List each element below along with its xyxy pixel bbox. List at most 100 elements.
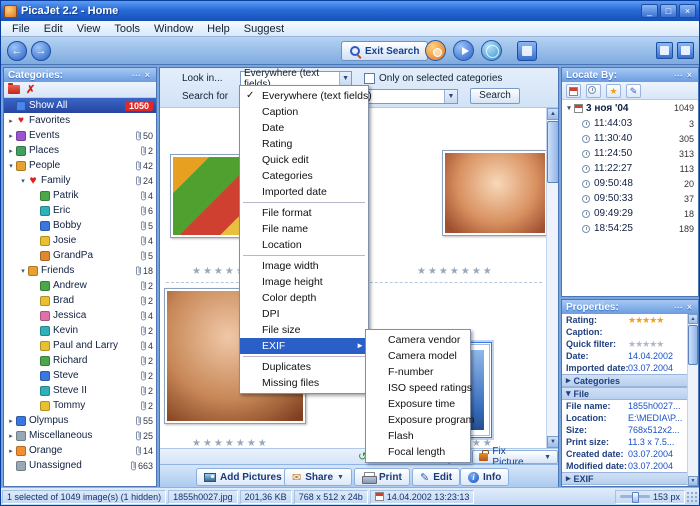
category-item-favorites[interactable]: ▸♥Favorites	[4, 113, 156, 128]
expander-icon[interactable]: ▸	[6, 447, 16, 455]
expander-icon[interactable]: ▸	[6, 432, 16, 440]
expander-icon[interactable]: ▸	[6, 117, 16, 125]
scrollbar-thumb[interactable]	[547, 121, 558, 183]
expander-icon[interactable]: ▸	[6, 147, 16, 155]
clock-icon[interactable]	[586, 84, 601, 98]
fix-picture-button[interactable]: Fix Picture... ▼	[472, 450, 558, 464]
menu-item-missing-files[interactable]: Missing files	[240, 375, 368, 391]
menu-item-location[interactable]: Location	[240, 237, 368, 253]
search-button[interactable]: Search	[470, 88, 520, 104]
forward-button[interactable]: →	[31, 41, 51, 61]
delete-category-icon[interactable]: ✗	[26, 85, 35, 95]
panel-menu-icon[interactable]: ⋯	[130, 70, 143, 81]
category-item-show-all[interactable]: Show All1050	[4, 98, 156, 113]
menu-item-image-height[interactable]: Image height	[240, 274, 368, 290]
menu-item-file-size[interactable]: File size	[240, 322, 368, 338]
fullscreen-icon[interactable]	[517, 41, 537, 61]
web-icon[interactable]	[481, 40, 502, 61]
menu-item-imported-date[interactable]: Imported date	[240, 184, 368, 200]
submenu-item-focal-length[interactable]: Focal length	[366, 444, 470, 460]
only-selected-checkbox[interactable]	[364, 73, 375, 84]
expander-icon[interactable]: ▾	[18, 177, 28, 185]
menubar-item-file[interactable]: File	[5, 21, 37, 36]
panel-menu-icon[interactable]: ⋯	[672, 302, 685, 313]
time-group-row[interactable]: 09:50:3337	[562, 191, 698, 206]
category-item-josie[interactable]: Josie4	[4, 233, 156, 248]
menubar-item-help[interactable]: Help	[200, 21, 237, 36]
scroll-up-icon[interactable]: ▲	[547, 108, 558, 120]
properties-section-exif[interactable]: ▸EXIF	[562, 472, 698, 485]
category-item-olympus[interactable]: ▸Olympus55	[4, 413, 156, 428]
menubar-item-suggest[interactable]: Suggest	[237, 21, 291, 36]
expander-icon[interactable]: ▸	[6, 132, 16, 140]
properties-section-categories[interactable]: ▸Categories	[562, 374, 698, 387]
category-item-paul-and-larry[interactable]: Paul and Larry4	[4, 338, 156, 353]
panel-close-icon[interactable]: ×	[685, 70, 694, 80]
submenu-item-iso-speed-ratings[interactable]: ISO speed ratings	[366, 380, 470, 396]
menubar-item-edit[interactable]: Edit	[37, 21, 70, 36]
share-button[interactable]: ✉Share▼	[284, 468, 352, 486]
category-item-bobby[interactable]: Bobby5	[4, 218, 156, 233]
minimize-button[interactable]: _	[641, 4, 658, 18]
category-item-richard[interactable]: Richard2	[4, 353, 156, 368]
submenu-item-exposure-program[interactable]: Exposure program	[366, 412, 470, 428]
menu-item-caption[interactable]: Caption	[240, 104, 368, 120]
slideshow-icon[interactable]	[453, 40, 474, 61]
expander-icon[interactable]: ▸	[6, 417, 16, 425]
category-item-friends[interactable]: ▾Friends18	[4, 263, 156, 278]
scroll-down-icon[interactable]: ▼	[688, 476, 698, 486]
menubar-item-window[interactable]: Window	[147, 21, 200, 36]
time-group-row[interactable]: 18:54:25189	[562, 221, 698, 236]
submenu-item-flash[interactable]: Flash	[366, 428, 470, 444]
menubar-item-tools[interactable]: Tools	[107, 21, 147, 36]
time-group-row[interactable]: 09:49:2918	[562, 206, 698, 221]
panel-menu-icon[interactable]: ⋯	[672, 70, 685, 81]
back-button[interactable]: ←	[7, 41, 27, 61]
menu-item-image-width[interactable]: Image width	[240, 258, 368, 274]
submenu-item-camera-model[interactable]: Camera model	[366, 348, 470, 364]
pencil-icon[interactable]: ✎	[626, 84, 641, 98]
properties-scrollbar[interactable]: ▲ ▼	[687, 314, 698, 486]
camera-icon[interactable]	[425, 40, 446, 61]
zoom-slider[interactable]	[620, 495, 650, 498]
category-item-events[interactable]: ▸Events50	[4, 128, 156, 143]
maximize-button[interactable]: □	[660, 4, 677, 18]
add-category-icon[interactable]	[8, 85, 20, 94]
scroll-down-icon[interactable]: ▼	[547, 436, 558, 448]
expander-icon[interactable]: ▾	[564, 104, 574, 112]
submenu-item-camera-vendor[interactable]: Camera vendor	[366, 332, 470, 348]
category-item-kevin[interactable]: Kevin2	[4, 323, 156, 338]
menu-item-file-format[interactable]: File format	[240, 205, 368, 221]
time-group-row[interactable]: 11:22:27113	[562, 161, 698, 176]
time-group-row[interactable]: 11:44:033	[562, 116, 698, 131]
close-button[interactable]: ×	[679, 4, 696, 18]
add-pictures-button[interactable]: Add Pictures	[196, 468, 290, 486]
expander-icon[interactable]: ▾	[566, 388, 571, 399]
thumbnails-scrollbar[interactable]: ▲ ▼	[546, 108, 558, 448]
time-group-row[interactable]: 11:24:50313	[562, 146, 698, 161]
expander-icon[interactable]: ▸	[566, 473, 571, 484]
layout-icon[interactable]	[656, 42, 673, 59]
category-item-places[interactable]: ▸Places2	[4, 143, 156, 158]
panel-close-icon[interactable]: ×	[685, 302, 694, 312]
category-item-andrew[interactable]: Andrew2	[4, 278, 156, 293]
print-button[interactable]: Print	[354, 468, 410, 486]
menu-item-date[interactable]: Date	[240, 120, 368, 136]
menu-item-quick-edit[interactable]: Quick edit	[240, 152, 368, 168]
submenu-item-exposure-time[interactable]: Exposure time	[366, 396, 470, 412]
menu-item-duplicates[interactable]: Duplicates	[240, 359, 368, 375]
category-item-jessica[interactable]: Jessica4	[4, 308, 156, 323]
exit-search-button[interactable]: Exit Search	[341, 41, 428, 61]
category-item-unassigned[interactable]: Unassigned663	[4, 458, 156, 473]
menu-item-categories[interactable]: Categories	[240, 168, 368, 184]
expander-icon[interactable]: ▾	[18, 267, 28, 275]
thumbnail-portrait-1[interactable]	[442, 150, 548, 236]
view-mode-icon[interactable]	[677, 42, 694, 59]
menu-item-color-depth[interactable]: Color depth	[240, 290, 368, 306]
panel-close-icon[interactable]: ×	[143, 70, 152, 80]
time-group-row[interactable]: 11:30:40305	[562, 131, 698, 146]
category-item-miscellaneous[interactable]: ▸Miscellaneous25	[4, 428, 156, 443]
time-group-row[interactable]: 09:50:4820	[562, 176, 698, 191]
look-in-dropdown[interactable]: Everywhere (text fields) ▼	[240, 71, 352, 86]
category-item-brad[interactable]: Brad2	[4, 293, 156, 308]
